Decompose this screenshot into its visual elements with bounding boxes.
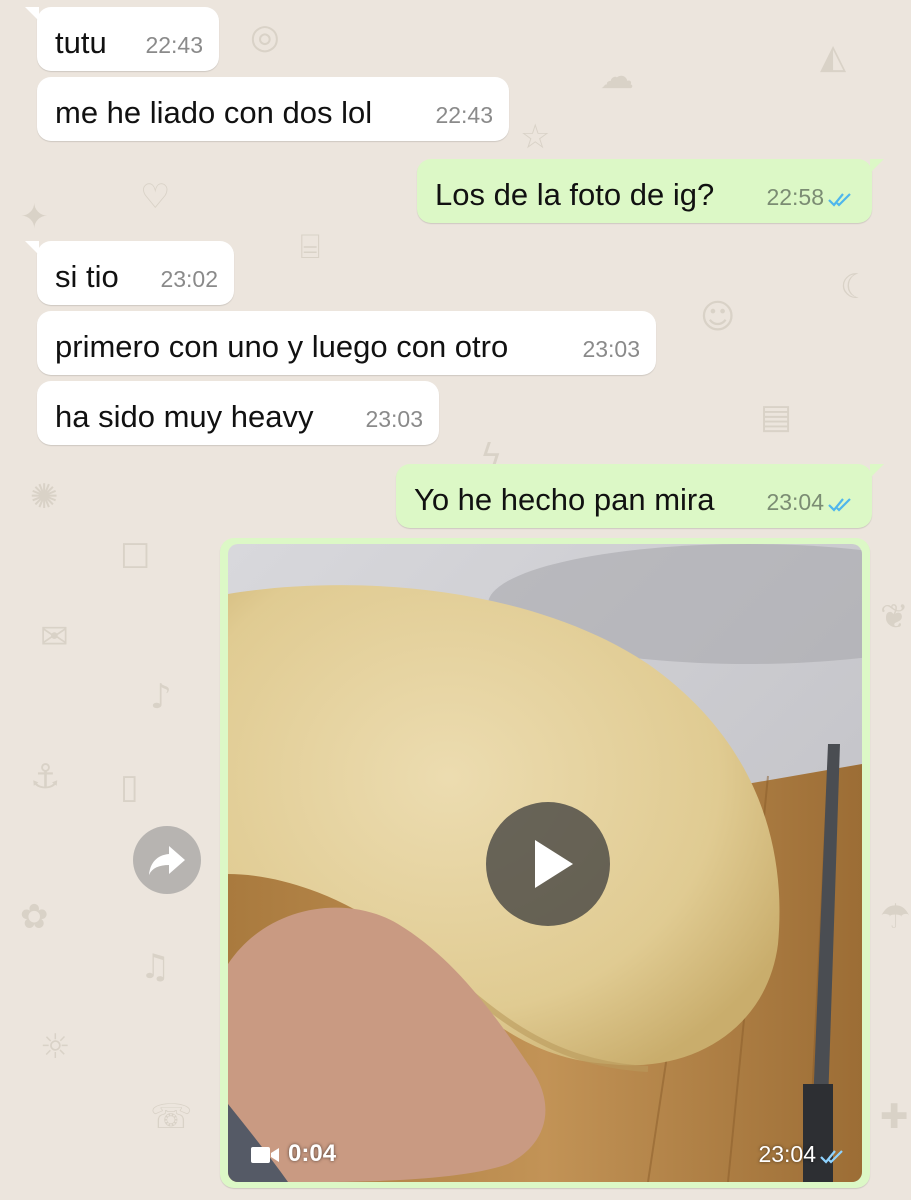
message-time: 23:03 [582,336,640,362]
message-meta: 22:58 [766,184,856,211]
forward-button[interactable] [133,826,201,894]
message-text: si tio [55,259,119,294]
star-icon: ☆ [520,117,551,157]
play-button[interactable] [486,802,610,926]
message-text: primero con uno y luego con otro [55,329,509,364]
incoming-message[interactable]: si tio 23:02 [25,241,234,305]
umbrella-icon: ☂ [880,897,911,937]
note-icon: ♫ [140,947,171,987]
message-time: 23:04 [766,489,824,515]
message-text: ha sido muy heavy [55,399,314,434]
compass-icon: ✺ [30,477,59,517]
cloud-icon: ☁ [600,57,634,97]
outgoing-message[interactable]: Los de la foto de ig? 22:58 [417,159,884,223]
video-message[interactable]: 0:04 23:04 [220,538,870,1188]
incoming-message[interactable]: primero con uno y luego con otro 23:03 [37,311,656,375]
donut-icon: ◎ [250,17,280,57]
forward-icon [149,846,185,875]
smile-icon: ☺ [700,297,736,337]
milk-icon: ▯ [120,767,139,807]
camera-icon: ⌸ [300,227,321,267]
anchor-icon: ⚓ [30,757,61,797]
message-time: 23:04 [758,1141,816,1167]
video-thumbnail[interactable]: 0:04 23:04 [228,544,862,1182]
newspaper-icon: ▤ [760,397,793,437]
message-text: Los de la foto de ig? [435,177,715,212]
outgoing-message[interactable]: Yo he hecho pan mira 23:04 [396,464,884,528]
duration-text: 0:04 [288,1140,337,1167]
phone-icon: ☏ [150,1097,193,1137]
heart-icon: ♡ [140,177,171,217]
video-duration: 0:04 [250,1140,336,1168]
incoming-message[interactable]: me he liado con dos lol 22:43 [37,77,509,141]
moon-icon: ☾ [840,267,871,307]
flower-icon: ✿ [20,897,49,937]
double-check-icon [820,1150,843,1164]
incoming-message[interactable]: tutu 22:43 [25,7,219,71]
incoming-message[interactable]: ha sido muy heavy 23:03 [37,381,439,445]
message-meta: 23:04 [766,489,856,516]
sparkle-icon: ✦ [20,197,49,237]
message-time: 22:43 [435,102,493,128]
message-text: Yo he hecho pan mira [414,482,715,517]
message-time: 22:58 [766,184,824,210]
video-camera-icon [251,1146,279,1163]
message-text: me he liado con dos lol [55,95,373,130]
message-time: 22:43 [145,32,203,58]
chat-icon: ☐ [120,537,151,577]
sun-icon: ☼ [40,1027,71,1067]
leaf-icon: ❦ [880,597,909,637]
envelope-icon: ✉ [40,617,69,657]
message-text: tutu [55,25,107,60]
message-time: 23:03 [365,406,423,432]
pizza-icon: ◭ [820,37,847,77]
music-icon: ♪ [150,677,172,717]
double-check-icon [828,498,851,512]
message-time: 23:02 [160,266,218,292]
double-check-icon [828,193,851,207]
gift-icon: ✚ [880,1097,909,1137]
video-meta: 23:04 [758,1141,848,1168]
